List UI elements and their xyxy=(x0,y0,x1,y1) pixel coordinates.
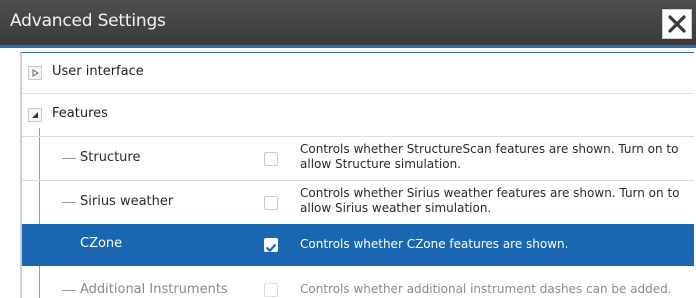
setting-row-sirius-weather[interactable]: Sirius weather Controls whether Sirius w… xyxy=(22,181,694,224)
expand-arrow-icon xyxy=(32,69,39,77)
tree-group-features[interactable]: Features xyxy=(22,94,694,136)
close-icon xyxy=(668,15,686,33)
setting-label: Sirius weather xyxy=(80,194,174,209)
group-label: Features xyxy=(52,106,108,121)
setting-row-additional-instruments[interactable]: Additional Instruments Controls whether … xyxy=(22,267,694,298)
setting-label: CZone xyxy=(80,236,123,251)
group-label: User interface xyxy=(52,64,144,79)
setting-description: Controls whether additional instrument d… xyxy=(300,282,672,296)
title-bar: Advanced Settings xyxy=(0,0,696,48)
setting-row-structure[interactable]: Structure Controls whether StructureScan… xyxy=(22,137,694,180)
advanced-settings-dialog: Advanced Settings User interface Feature… xyxy=(0,0,696,298)
setting-description: Controls whether StructureScan features … xyxy=(300,142,679,171)
setting-description: Controls whether Sirius weather features… xyxy=(300,186,680,215)
additional-instruments-checkbox[interactable] xyxy=(264,283,278,297)
sirius-weather-checkbox[interactable] xyxy=(264,196,278,210)
setting-description: Controls whether CZone features are show… xyxy=(300,237,569,251)
collapse-toggle[interactable] xyxy=(28,108,42,122)
czone-checkbox[interactable] xyxy=(264,238,278,252)
collapse-arrow-icon xyxy=(32,112,38,118)
expand-toggle[interactable] xyxy=(28,66,42,80)
setting-label: Structure xyxy=(80,150,141,165)
checkmark-icon xyxy=(266,244,276,252)
dialog-title: Advanced Settings xyxy=(10,11,166,31)
close-button[interactable] xyxy=(662,9,692,39)
structure-checkbox[interactable] xyxy=(264,152,278,166)
setting-label: Additional Instruments xyxy=(80,282,228,297)
tree-group-user-interface[interactable]: User interface xyxy=(22,53,694,93)
setting-row-czone[interactable]: CZone Controls whether CZone features ar… xyxy=(22,224,694,266)
